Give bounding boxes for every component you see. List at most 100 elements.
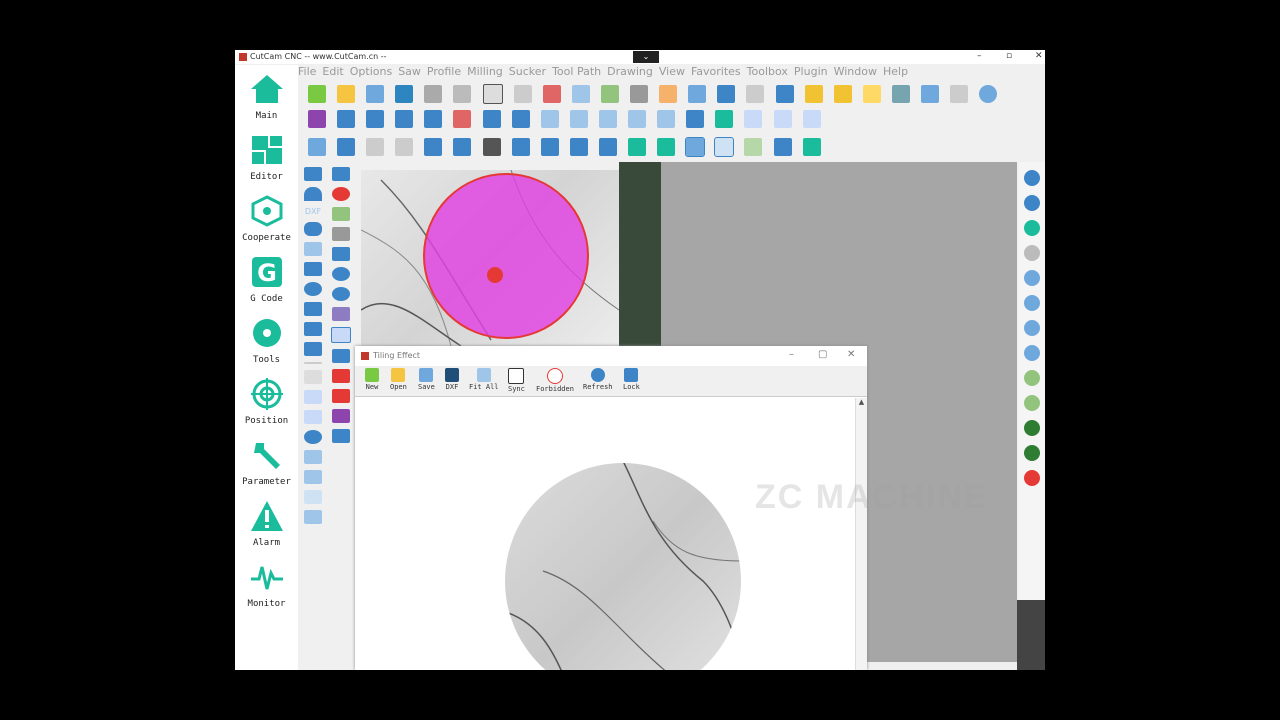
bar-middle-icon[interactable]: [598, 110, 617, 128]
ellipse-tool-icon[interactable]: [304, 430, 322, 444]
spiral-icon[interactable]: [1024, 220, 1040, 236]
menu-file[interactable]: File: [298, 65, 316, 78]
arrow-down-icon[interactable]: [1024, 295, 1040, 311]
arrow-left-icon[interactable]: [1024, 320, 1040, 336]
tiling-new-button[interactable]: New: [365, 368, 379, 391]
nav-tools[interactable]: Tools: [235, 317, 298, 365]
compass-icon[interactable]: [920, 85, 939, 103]
pause-icon[interactable]: [332, 287, 350, 301]
table-icon[interactable]: [331, 327, 351, 343]
menu-window[interactable]: Window: [834, 65, 877, 78]
hatch-tool-icon[interactable]: [304, 390, 322, 404]
maximize-button[interactable]: ▫: [1006, 51, 1012, 61]
broom-icon[interactable]: [332, 307, 350, 321]
checklist-icon[interactable]: [714, 137, 735, 157]
rotate-180-icon[interactable]: [1024, 420, 1040, 436]
rectangle-icon[interactable]: [453, 85, 472, 103]
magnet-2-icon[interactable]: [540, 138, 559, 156]
back-icon[interactable]: [746, 85, 765, 103]
center-icon[interactable]: [686, 110, 705, 128]
align-bottom-icon[interactable]: [511, 110, 530, 128]
helmet-icon[interactable]: [862, 85, 881, 103]
ruler-icon[interactable]: [775, 85, 794, 103]
tiling-forbidden-button[interactable]: Forbidden: [536, 368, 574, 393]
spray-tool-icon[interactable]: [304, 450, 322, 464]
tiling-refresh-button[interactable]: Refresh: [583, 368, 613, 391]
menu-tool-path[interactable]: Tool Path: [552, 65, 601, 78]
save-file-icon[interactable]: [366, 85, 385, 103]
forward-circle-icon[interactable]: [332, 187, 350, 201]
close-button[interactable]: ✕: [1035, 51, 1043, 61]
new-file-icon[interactable]: [308, 85, 326, 103]
bar-right-icon[interactable]: [569, 110, 588, 128]
number-123-icon[interactable]: [482, 84, 503, 104]
curve-tool-icon[interactable]: [304, 370, 322, 384]
delete-circle-icon[interactable]: [1024, 470, 1040, 486]
scissors-icon[interactable]: [715, 110, 734, 128]
link-icon[interactable]: [482, 138, 501, 156]
open-file-icon[interactable]: [337, 85, 356, 103]
polygon-icon[interactable]: [424, 85, 443, 103]
layers-icon[interactable]: [542, 85, 561, 103]
align-center-icon[interactable]: [395, 110, 414, 128]
chevrons-icon[interactable]: [332, 429, 350, 443]
tiling-minimize-button[interactable]: –: [789, 349, 794, 360]
nav-alarm[interactable]: Alarm: [235, 500, 298, 548]
image-icon[interactable]: [571, 85, 590, 103]
axis-tool-icon[interactable]: [304, 470, 322, 484]
sort-icon[interactable]: [332, 227, 350, 241]
magnet-icon[interactable]: [511, 138, 530, 156]
pin-icon[interactable]: [424, 138, 443, 156]
menu-edit[interactable]: Edit: [322, 65, 343, 78]
line-icon[interactable]: [513, 85, 532, 103]
menu-drawing[interactable]: Drawing: [607, 65, 653, 78]
pin-2-icon[interactable]: [453, 138, 472, 156]
grid-icon[interactable]: [337, 110, 356, 128]
triangle-icon[interactable]: [628, 138, 647, 156]
divider-tool-icon[interactable]: [304, 362, 322, 364]
plus-minus-icon[interactable]: [332, 167, 350, 181]
select-shape-icon[interactable]: [685, 137, 706, 157]
bar-up-icon[interactable]: [628, 110, 647, 128]
arc-tool-icon[interactable]: [304, 187, 322, 201]
tiling-close-button[interactable]: ✕: [847, 349, 855, 360]
path-icon[interactable]: [332, 207, 350, 221]
move-icon[interactable]: [1024, 245, 1040, 261]
distribute-icon[interactable]: [453, 110, 472, 128]
draw-line-icon[interactable]: [366, 138, 385, 156]
tiling-lock-button[interactable]: Lock: [623, 368, 640, 391]
check-icon[interactable]: [802, 138, 821, 156]
nav-cooperate[interactable]: Cooperate: [235, 195, 298, 243]
arrange-icon[interactable]: [659, 85, 678, 103]
tiling-scrollbar[interactable]: ▲: [855, 398, 867, 670]
parallel-3-icon[interactable]: [802, 110, 821, 128]
circle-tool-icon[interactable]: [304, 282, 322, 296]
rect-tool-icon[interactable]: [304, 167, 322, 181]
scroll-up-arrow-icon[interactable]: ▲: [856, 398, 867, 406]
measure-icon[interactable]: [688, 85, 707, 103]
nav-g-code[interactable]: G G Code: [235, 256, 298, 304]
mirror-icon[interactable]: [1024, 445, 1040, 461]
pattern-tool-icon[interactable]: [304, 410, 322, 424]
settings-icon[interactable]: [332, 349, 350, 363]
bar-down-icon[interactable]: [657, 110, 676, 128]
qr-tool-icon[interactable]: [304, 510, 322, 524]
selection-circle[interactable]: [423, 173, 589, 339]
chat-icon[interactable]: [891, 85, 910, 103]
menu-profile[interactable]: Profile: [427, 65, 461, 78]
drawing-canvas[interactable]: [360, 169, 620, 347]
list-icon[interactable]: [332, 409, 350, 423]
shrink-icon[interactable]: [308, 138, 326, 156]
tiling-maximize-button[interactable]: ▢: [818, 349, 827, 360]
arrow-up-icon[interactable]: [1024, 270, 1040, 286]
center-marker[interactable]: [487, 267, 503, 283]
arrows-up-2-icon[interactable]: [598, 138, 617, 156]
nav-main[interactable]: Main: [235, 73, 298, 121]
clock-icon[interactable]: [979, 85, 998, 103]
trapezoid-tool-icon[interactable]: [304, 302, 322, 316]
alert-icon[interactable]: [804, 85, 823, 103]
wave-icon[interactable]: [950, 85, 969, 103]
redo-icon[interactable]: [1024, 195, 1040, 211]
tiling-dxf-button[interactable]: DXF: [445, 368, 459, 391]
tiling-sync-button[interactable]: Sync: [508, 368, 525, 393]
